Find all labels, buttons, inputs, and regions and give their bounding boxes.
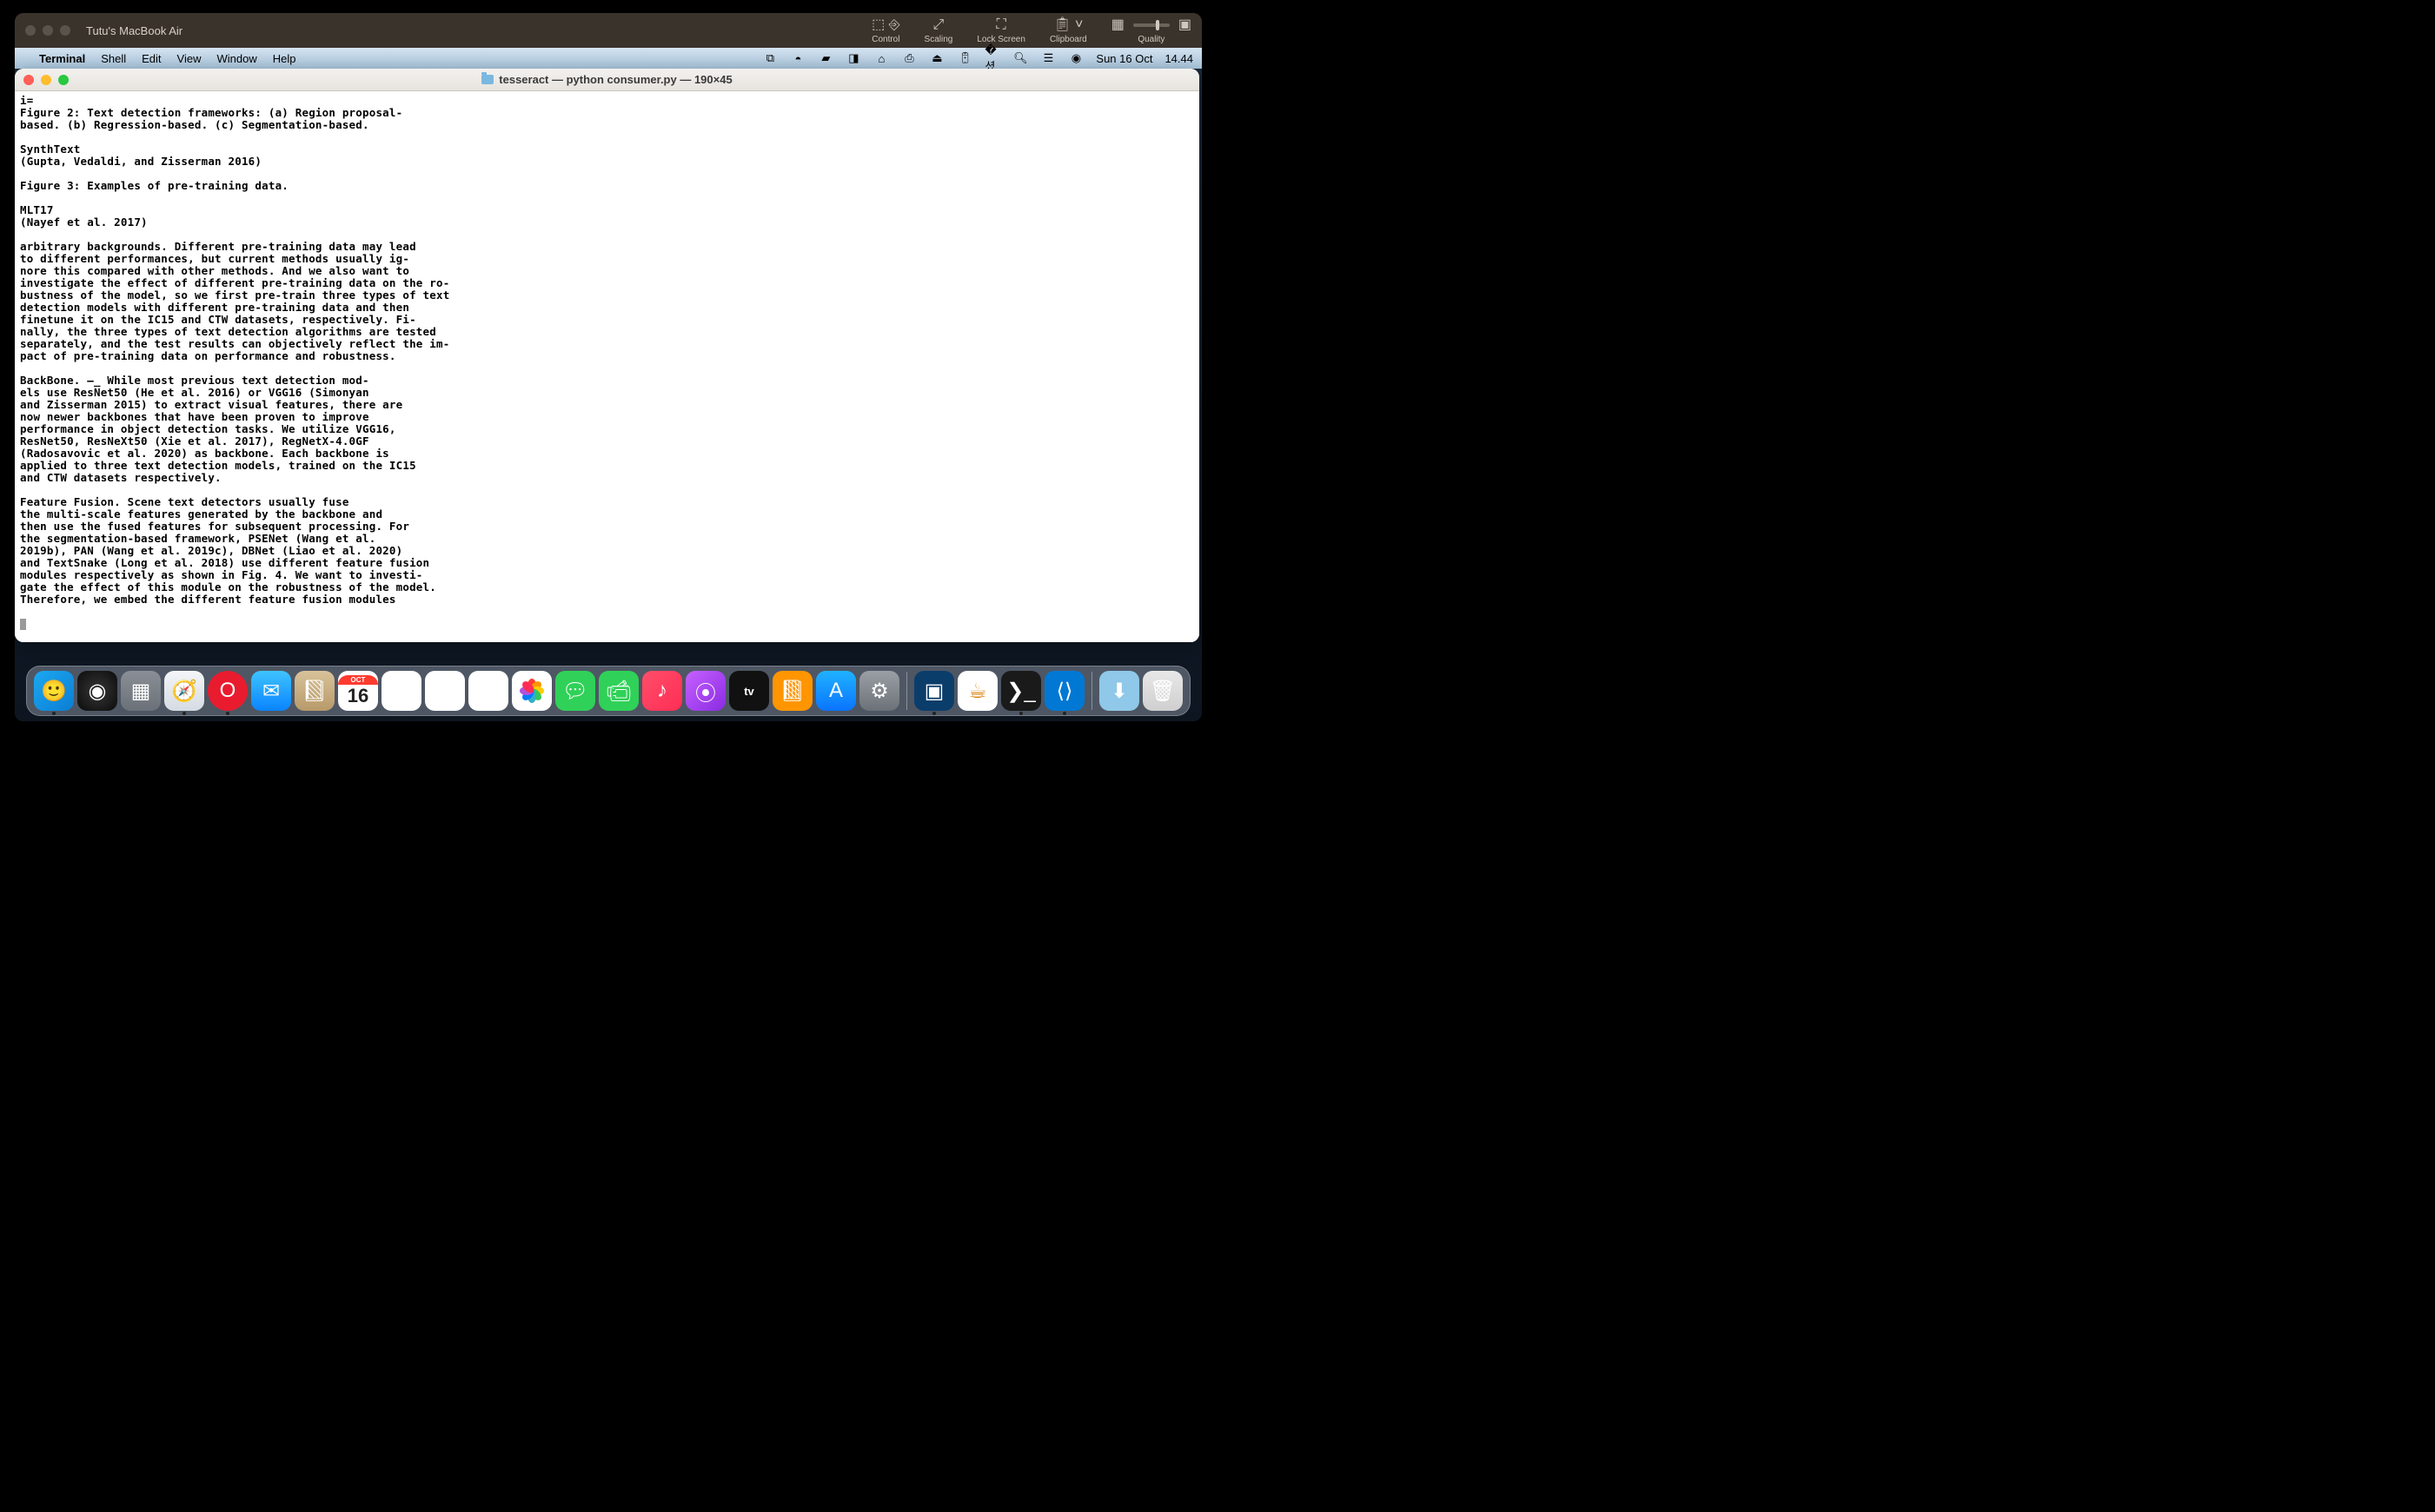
remote-desktop: Terminal Shell Edit View Window Help ⧉ ◓… — [15, 48, 1202, 721]
printer-icon[interactable]: ⎙ — [901, 51, 917, 65]
close-button[interactable] — [25, 25, 36, 36]
menu-window[interactable]: Window — [217, 52, 257, 65]
scaling-toggle[interactable]: ⤢ Scaling — [925, 17, 953, 44]
lock-screen-button[interactable]: ⛶ Lock Screen — [977, 17, 1025, 44]
calendar-month: OCT — [338, 675, 378, 685]
remote-host-title: Tutu's MacBook Air — [86, 24, 182, 37]
dock-siri[interactable]: ◉ — [77, 671, 117, 711]
menu-edit[interactable]: Edit — [142, 52, 161, 65]
quality-high-icon: ▣ — [1178, 17, 1191, 33]
dock-mail[interactable]: ✉ — [251, 671, 291, 711]
dock-safari[interactable]: 🧭 — [164, 671, 204, 711]
dock-terminal[interactable]: ❯_ — [1001, 671, 1041, 711]
window-controls — [25, 25, 70, 36]
menubar-date[interactable]: Sun 16 Oct — [1096, 52, 1152, 65]
minimize-button[interactable] — [41, 75, 51, 85]
dock-launchpad[interactable]: ▦ — [121, 671, 161, 711]
dock-vscode[interactable]: ⟨⟩ — [1045, 671, 1085, 711]
dock-contacts[interactable]: 📗︎ — [295, 671, 335, 711]
menubar-time[interactable]: 14.44 — [1164, 52, 1193, 65]
screen-mirroring-icon[interactable]: ⧉ — [762, 51, 778, 65]
minimize-button[interactable] — [43, 25, 53, 36]
dock-podcasts[interactable]: ⦿ — [686, 671, 726, 711]
dock-settings[interactable]: ⚙ — [859, 671, 899, 711]
spotlight-icon[interactable]: 🔍︎ — [1012, 51, 1028, 65]
dock-photos[interactable] — [512, 671, 552, 711]
terminal-output[interactable]: i= Figure 2: Text detection frameworks: … — [15, 91, 1199, 642]
scaling-icon: ⤢ — [933, 17, 945, 33]
display-icon[interactable]: ▰ — [818, 51, 833, 65]
menu-view[interactable]: View — [177, 52, 202, 65]
dock-trash[interactable]: 🗑︎ — [1143, 671, 1183, 711]
app-icon-1[interactable]: ◨ — [846, 51, 861, 65]
menu-shell[interactable]: Shell — [101, 52, 126, 65]
terminal-cursor — [20, 619, 26, 630]
terminal-window: tesseract — python consumer.py — 190×45 … — [15, 69, 1199, 642]
terminal-title: tesseract — python consumer.py — 190×45 — [15, 73, 1199, 86]
dock-finder[interactable]: 🙂 — [34, 671, 74, 711]
battery-icon[interactable]: 🔋︎ — [957, 51, 972, 65]
dock-music[interactable]: ♪ — [642, 671, 682, 711]
cursor-icon: ⬚ ⎆ — [872, 17, 899, 33]
photos-icon — [520, 679, 544, 703]
terminal-titlebar[interactable]: tesseract — python consumer.py — 190×45 — [15, 69, 1199, 91]
calendar-day: 16 — [348, 685, 368, 707]
menu-help[interactable]: Help — [273, 52, 296, 65]
dock-reminders[interactable]: ☑︎ — [425, 671, 465, 711]
dock-separator — [906, 672, 907, 710]
folder-icon — [481, 75, 494, 84]
dock-facetime[interactable]: 📹︎ — [599, 671, 639, 711]
app-icon-2[interactable]: ⌂ — [873, 52, 889, 65]
app-menu[interactable]: Terminal — [39, 52, 85, 65]
lock-icon: ⛶ — [997, 17, 1006, 33]
quality-low-icon: ▦ — [1111, 17, 1125, 33]
quality-controls[interactable]: ▦ ▣ Quality — [1111, 17, 1191, 44]
dock-opera[interactable]: O — [208, 671, 248, 711]
dock-calendar[interactable]: OCT 16 — [338, 671, 378, 711]
clipboard-icon: 📋︎ ˅ — [1053, 17, 1083, 33]
dock-messages[interactable]: 💬︎ — [555, 671, 595, 711]
quality-slider[interactable] — [1133, 23, 1170, 27]
zoom-button[interactable] — [60, 25, 70, 36]
dock-notes[interactable]: 📝︎ — [382, 671, 421, 711]
zoom-button[interactable] — [58, 75, 69, 85]
dock-java[interactable]: ☕︎ — [958, 671, 998, 711]
dock-appstore[interactable]: A — [816, 671, 856, 711]
macos-menubar: Terminal Shell Edit View Window Help ⧉ ◓… — [15, 48, 1202, 69]
clipboard-menu[interactable]: 📋︎ ˅ Clipboard — [1050, 17, 1087, 44]
eject-icon[interactable]: ⏏ — [929, 51, 945, 65]
control-mode-toggle[interactable]: ⬚ ⎆ Control — [872, 17, 899, 44]
dock-downloads[interactable]: ⬇ — [1099, 671, 1139, 711]
dock-books[interactable]: 📙︎ — [773, 671, 813, 711]
dock-separator — [1091, 672, 1092, 710]
control-center-icon[interactable]: ☰ — [1040, 51, 1056, 65]
dock-tv[interactable]: tv — [729, 671, 769, 711]
dock: 🙂 ◉ ▦ 🧭 O ✉ 📗︎ OCT 16 📝︎ ☑︎ ✥ — [26, 666, 1191, 716]
screen-sharing-window: Tutu's MacBook Air ⬚ ⎆ Control ⤢ Scaling… — [15, 13, 1202, 721]
dock-freeform[interactable]: ✥ — [468, 671, 508, 711]
close-button[interactable] — [23, 75, 34, 85]
docker-icon[interactable]: ◓ — [790, 52, 806, 65]
dock-virtualbox[interactable]: ▣ — [914, 671, 954, 711]
siri-icon[interactable]: ◉ — [1068, 51, 1084, 65]
